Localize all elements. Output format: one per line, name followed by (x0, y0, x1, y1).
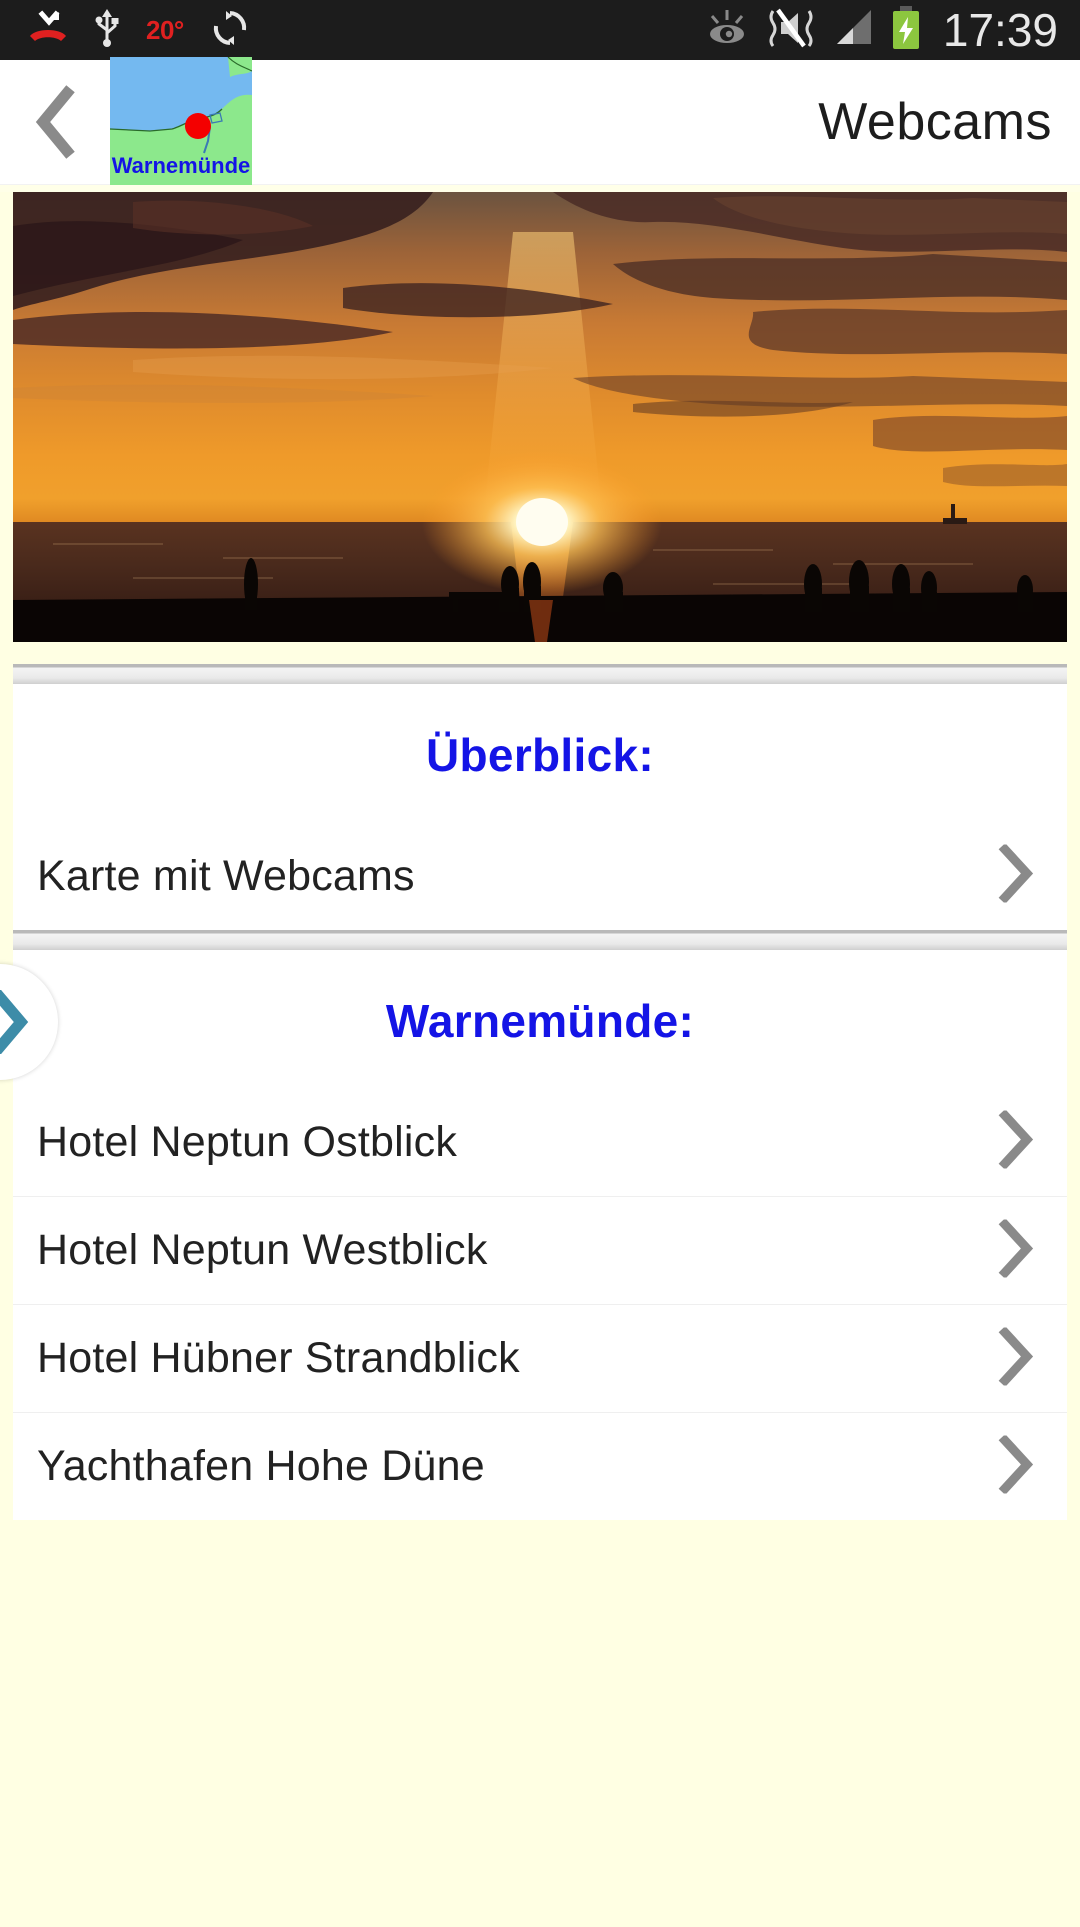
svg-text:Warnemünde: Warnemünde (112, 153, 251, 178)
section-heading-overview: Überblick: (426, 729, 654, 781)
page-body: Überblick: Karte mit Webcams Warnemünde:… (0, 192, 1080, 1927)
list-item-label: Hotel Hübner Strandblick (37, 1334, 520, 1382)
status-bar: 20° 17:39 (0, 0, 1080, 60)
list-item-hotel-neptun-ostblick[interactable]: Hotel Neptun Ostblick (13, 1088, 1067, 1196)
list-item-label: Karte mit Webcams (37, 851, 415, 900)
warnemuende-map-logo[interactable]: Warnemünde (110, 57, 252, 185)
list-item-label: Hotel Neptun Ostblick (37, 1117, 458, 1166)
section-heading-warnemuende: Warnemünde: (385, 995, 695, 1047)
status-bar-right-icons: 17:39 (703, 4, 1058, 56)
list-item-hotel-huebner-strandblick[interactable]: Hotel Hübner Strandblick (13, 1304, 1067, 1412)
chevron-right-icon (0, 990, 29, 1054)
clock: 17:39 (942, 4, 1058, 56)
missed-call-icon (28, 9, 68, 51)
status-bar-left-icons: 20° (0, 8, 250, 53)
overview-section: Überblick: Karte mit Webcams (13, 684, 1067, 930)
section-separator-1 (13, 664, 1067, 684)
hero-sunset-photo[interactable] (13, 192, 1067, 642)
smart-stay-eye-icon (703, 8, 751, 53)
app-bar: Warnemünde Webcams (0, 57, 1080, 185)
chevron-right-icon (997, 1217, 1037, 1282)
list-item-karte-mit-webcams[interactable]: Karte mit Webcams (13, 822, 1067, 930)
list-item-label: Yachthafen Hohe Düne (37, 1442, 485, 1490)
chevron-right-icon (997, 1325, 1037, 1390)
list-item-yachthafen-hohe-duene[interactable]: Yachthafen Hohe Düne (13, 1412, 1067, 1520)
chevron-right-icon (997, 843, 1037, 908)
usb-icon (94, 8, 120, 53)
battery-charging-icon (889, 5, 923, 55)
sound-mute-vibrate-icon (765, 7, 817, 54)
sync-icon (210, 8, 250, 53)
page-title: Webcams (818, 93, 1052, 151)
section-separator-2 (13, 930, 1067, 950)
chevron-right-icon (997, 1433, 1037, 1498)
back-button[interactable] (0, 60, 110, 185)
warnemuende-section: Warnemünde: Hotel Neptun Ostblick Hotel … (13, 950, 1067, 1520)
chevron-left-icon (35, 85, 75, 159)
chevron-right-icon (997, 1109, 1037, 1174)
signal-bars-icon (831, 8, 875, 53)
list-item-label: Hotel Neptun Westblick (37, 1226, 488, 1274)
temperature-indicator: 20° (146, 14, 184, 45)
list-item-hotel-neptun-westblick[interactable]: Hotel Neptun Westblick (13, 1196, 1067, 1304)
